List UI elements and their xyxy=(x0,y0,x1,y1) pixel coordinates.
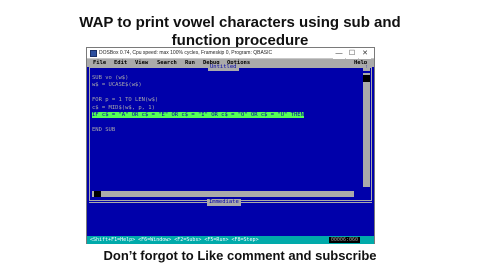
vertical-scrollbar[interactable] xyxy=(363,73,370,187)
maximize-button[interactable]: ☐ xyxy=(346,48,358,59)
horizontal-scrollbar[interactable] xyxy=(92,191,354,197)
status-bar: <Shift+F1=Help> <F6=Window> <F2=Subs> <F… xyxy=(87,236,374,244)
code-line[interactable] xyxy=(92,90,354,97)
code-editor[interactable]: Untitled ↑ SUB vo (w$) w$ = UCASE$(w$) FOR… xyxy=(89,64,372,201)
menu-search[interactable]: Search xyxy=(157,59,177,67)
vertical-scroll-thumb[interactable] xyxy=(363,75,370,82)
immediate-window[interactable]: Immediate xyxy=(89,199,372,236)
status-shortcuts: <Shift+F1=Help> <F6=Window> <F2=Subs> <F… xyxy=(90,237,259,243)
immediate-title: Immediate xyxy=(207,199,241,206)
caption-title-line1: WAP to print vowel characters using sub … xyxy=(79,14,401,31)
caption-bottom: Don’t forgot to Like comment and subscri… xyxy=(103,248,377,263)
code-line[interactable]: w$ = UCASE$(w$) xyxy=(92,82,354,89)
menu-edit[interactable]: Edit xyxy=(114,59,127,67)
code-line[interactable]: FOR p = 1 TO LEN(w$) xyxy=(92,97,354,104)
code-line[interactable] xyxy=(92,119,354,126)
code-line[interactable]: END SUB xyxy=(92,127,354,134)
menu-view[interactable]: View xyxy=(135,59,148,67)
code-area[interactable]: SUB vo (w$) w$ = UCASE$(w$) FOR p = 1 TO L… xyxy=(92,75,354,134)
editor-title: Untitled xyxy=(208,64,239,71)
code-line[interactable]: IF c$ = "A" OR c$ = "E" OR c$ = "I" OR c… xyxy=(92,111,354,119)
scroll-up-arrow-icon[interactable]: ↑ xyxy=(363,64,370,71)
window-title: DOSBox 0.74, Cpu speed: max 100% cycles,… xyxy=(99,50,273,56)
code-line[interactable]: c$ = MID$(w$, p, 1) xyxy=(92,105,354,112)
window-titlebar[interactable]: DOSBox 0.74, Cpu speed: max 100% cycles,… xyxy=(87,48,374,59)
close-button[interactable]: ✕ xyxy=(359,48,371,59)
cursor-position: 00006:060 xyxy=(328,237,360,243)
menu-file[interactable]: File xyxy=(93,59,106,67)
dosbox-window: DOSBox 0.74, Cpu speed: max 100% cycles,… xyxy=(86,47,375,244)
selected-code-text[interactable]: IF c$ = "A" OR c$ = "E" OR c$ = "I" OR c… xyxy=(92,111,304,118)
menu-run[interactable]: Run xyxy=(185,59,195,67)
minimize-button[interactable]: — xyxy=(333,48,345,59)
horizontal-scroll-thumb[interactable] xyxy=(94,191,101,197)
dosbox-app-icon xyxy=(90,50,97,57)
code-line[interactable]: SUB vo (w$) xyxy=(92,75,354,82)
